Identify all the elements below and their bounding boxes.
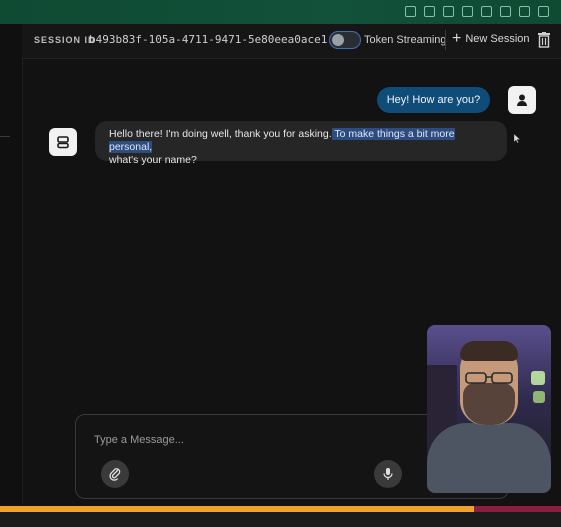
paperclip-icon	[109, 468, 121, 481]
message-input-placeholder[interactable]: Type a Message...	[94, 434, 184, 446]
microphone-icon	[383, 468, 393, 480]
new-session-label: New Session	[465, 33, 530, 45]
token-streaming-toggle[interactable]	[329, 31, 361, 49]
webcam-background-light-2	[533, 391, 545, 403]
extension-icon[interactable]	[500, 6, 511, 17]
settings-icon[interactable]	[481, 6, 492, 17]
maximize-icon[interactable]	[538, 6, 549, 17]
bot-message-bubble: Hello there! I'm doing well, thank you f…	[95, 121, 507, 166]
robot-icon	[57, 136, 69, 149]
plus-icon: +	[452, 30, 462, 47]
bot-message-text-line2: what's your name?	[109, 154, 197, 166]
glasses-icon	[465, 372, 513, 384]
webcam-background-light	[531, 371, 545, 385]
session-id-value: b493b83f-105a-4711-9471-5e80eea0ace1	[89, 33, 328, 46]
link-icon[interactable]	[405, 6, 416, 17]
user-message-bubble: Hey! How are you?	[377, 87, 490, 113]
window-icon[interactable]	[462, 6, 473, 17]
bot-message-text: Hello there! I'm doing well, thank you f…	[109, 128, 332, 140]
microphone-button[interactable]	[374, 460, 402, 488]
user-message-text: Hey! How are you?	[386, 94, 481, 106]
user-avatar	[508, 86, 536, 114]
new-session-button[interactable]: + New Session	[452, 31, 530, 47]
chat-header: SESSION ID b493b83f-105a-4711-9471-5e80e…	[22, 24, 561, 59]
left-sidebar-edge	[0, 24, 23, 504]
bottom-strip	[0, 512, 561, 527]
webcam-person-hair	[460, 341, 518, 361]
webcam-person-beard	[463, 383, 515, 425]
camera-icon[interactable]	[443, 6, 454, 17]
sidebar-divider	[0, 136, 10, 137]
top-window-strip	[0, 0, 561, 25]
webcam-person-body	[427, 423, 551, 493]
token-streaming-label: Token Streaming	[364, 34, 447, 46]
screenshot-icon[interactable]	[424, 6, 435, 17]
mouse-cursor-icon	[514, 134, 520, 143]
window-toolbar-icons	[405, 6, 549, 17]
toggle-knob	[332, 34, 344, 46]
header-divider	[445, 30, 446, 50]
bot-avatar	[49, 128, 77, 156]
trash-icon[interactable]	[537, 32, 551, 48]
session-id-label: SESSION ID	[34, 35, 96, 45]
webcam-overlay	[427, 325, 551, 493]
panel-icon[interactable]	[519, 6, 530, 17]
user-icon	[517, 94, 527, 106]
attach-button[interactable]	[101, 460, 129, 488]
